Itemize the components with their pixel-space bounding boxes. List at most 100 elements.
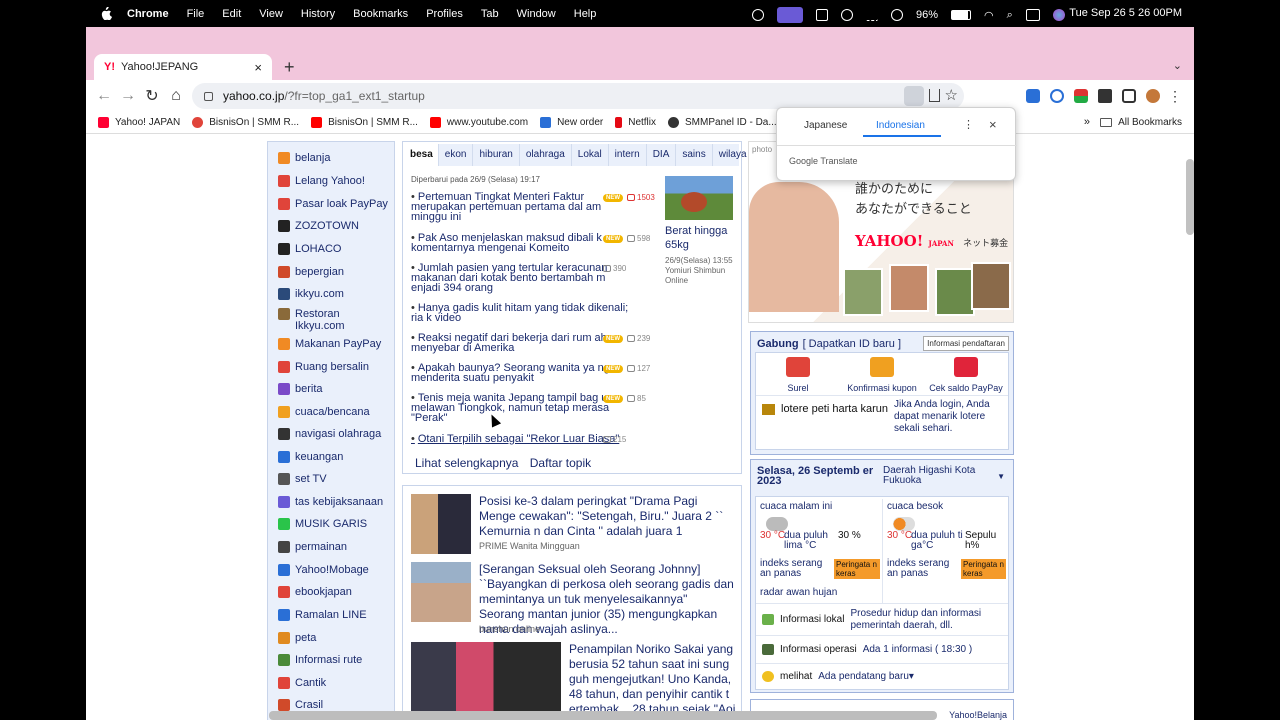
- sidebar-item[interactable]: navigasi olahraga: [278, 428, 388, 440]
- sidebar-item[interactable]: keuangan: [278, 451, 388, 463]
- sidebar-item[interactable]: permainan: [278, 541, 388, 553]
- wifi-icon[interactable]: ◠: [984, 9, 994, 22]
- sidebar-item[interactable]: set TV: [278, 473, 388, 485]
- menu-profiles[interactable]: Profiles: [426, 8, 463, 20]
- sidebar-item[interactable]: berita: [278, 383, 388, 395]
- tab-sports[interactable]: olahraga: [520, 144, 572, 166]
- activity-icon[interactable]: [866, 9, 878, 21]
- news-headline[interactable]: • Pertemuan Tingkat Menteri Faktur merupa…: [411, 192, 633, 223]
- sidebar-item[interactable]: ebookjapan: [278, 586, 388, 598]
- feed-item-title[interactable]: Penampilan Noriko Sakai yang berusia 52 …: [569, 642, 739, 717]
- coupon-link[interactable]: Konfirmasi kupon: [840, 357, 924, 393]
- weather-location[interactable]: Daerah Higashi Kota Fukuoka: [883, 466, 993, 486]
- share-icon[interactable]: [929, 89, 940, 102]
- source-language-tab[interactable]: Japanese: [804, 120, 847, 131]
- menu-tab[interactable]: Tab: [481, 8, 499, 20]
- home-button[interactable]: ⌂: [164, 87, 188, 105]
- apple-icon[interactable]: [100, 7, 112, 20]
- sidebar-item[interactable]: MUSIK GARIS: [278, 518, 388, 530]
- new-tab-button[interactable]: +: [284, 57, 295, 78]
- menu-view[interactable]: View: [259, 8, 283, 20]
- bookmark-item[interactable]: Yahoo! JAPAN: [98, 117, 180, 128]
- news-headline[interactable]: • Reaksi negatif dari bekerja dari rum ah…: [411, 333, 633, 354]
- menu-history[interactable]: History: [301, 8, 335, 20]
- sidebar-item[interactable]: Restoran Ikkyu.com: [278, 308, 388, 332]
- sidebar-item[interactable]: Pasar loak PayPay: [278, 198, 388, 210]
- topic-list-link[interactable]: Daftar topik: [530, 456, 591, 470]
- rain-radar-link[interactable]: radar awan hujan: [760, 587, 837, 598]
- sidebar-item[interactable]: LOHACO: [278, 243, 388, 255]
- extension-flag-icon[interactable]: [1074, 89, 1088, 103]
- menu-window[interactable]: Window: [517, 8, 556, 20]
- sidebar-item[interactable]: Cantik: [278, 677, 388, 689]
- screen-mirror-icon[interactable]: [777, 7, 803, 23]
- sidebar-item[interactable]: Yahoo!Mobage: [278, 564, 388, 576]
- close-tab-icon[interactable]: ×: [254, 60, 262, 75]
- sidebar-item[interactable]: Makanan PayPay: [278, 338, 388, 350]
- news-headline[interactable]: • Apakah baunya? Seorang wanita ya ng men…: [411, 363, 633, 384]
- feed-item-title[interactable]: Posisi ke-3 dalam peringkat "Drama Pagi …: [479, 494, 735, 539]
- bookmark-item[interactable]: SMMPanel ID - Da...: [668, 117, 777, 128]
- site-info-icon[interactable]: [204, 91, 213, 101]
- sidebar-item[interactable]: Ramalan LINE: [278, 609, 388, 621]
- menu-edit[interactable]: Edit: [222, 8, 241, 20]
- bookmark-item[interactable]: www.youtube.com: [429, 117, 528, 128]
- bookmark-item[interactable]: BisnisOn | SMM R...: [311, 117, 418, 128]
- clock[interactable]: Tue Sep 26 5 26 00PM: [1069, 7, 1182, 19]
- control-center-icon[interactable]: [1025, 9, 1040, 21]
- side-panel-icon[interactable]: [1122, 89, 1136, 103]
- see-row[interactable]: melihat Ada pendatang baru▾: [756, 663, 1008, 689]
- horizontal-scrollbar[interactable]: [269, 711, 937, 720]
- feed-thumbnail[interactable]: [411, 494, 471, 554]
- news-headline[interactable]: • Pak Aso menjelaskan maksud dibali k kom…: [411, 233, 633, 254]
- login-link[interactable]: Gabung: [757, 338, 799, 350]
- news-headline[interactable]: • Jumlah pasien yang tertular keracunan m…: [411, 263, 633, 294]
- vpn-icon[interactable]: [891, 9, 903, 21]
- bookmark-item[interactable]: New order: [540, 117, 603, 128]
- mail-link[interactable]: Surel: [756, 357, 840, 393]
- tab-search-chevron-icon[interactable]: ⌄: [1173, 59, 1182, 72]
- tab-it[interactable]: DIA: [647, 144, 677, 166]
- feed-thumbnail[interactable]: [411, 562, 471, 622]
- sidebar-item[interactable]: Informasi rute: [278, 654, 388, 666]
- battery-icon[interactable]: [951, 10, 972, 20]
- operation-info-row[interactable]: Informasi operasi Ada 1 informasi ( 18:3…: [756, 635, 1008, 663]
- sidebar-item[interactable]: ikkyu.com: [278, 288, 388, 300]
- translate-icon[interactable]: [904, 86, 924, 106]
- bookmark-item[interactable]: BisnisOn | SMM R...: [192, 117, 299, 128]
- see-more-link[interactable]: Lihat selengkapnya: [415, 456, 518, 470]
- vertical-scrollbar[interactable]: [1186, 159, 1194, 235]
- all-bookmarks-button[interactable]: All Bookmarks: [1100, 117, 1182, 128]
- reload-button[interactable]: ↻: [140, 86, 164, 106]
- get-new-id-link[interactable]: [ Dapatkan ID baru ]: [803, 338, 901, 350]
- tab-news-main[interactable]: besa: [405, 144, 439, 166]
- translate-options-icon[interactable]: ⋮: [963, 118, 974, 131]
- menu-file[interactable]: File: [187, 8, 205, 20]
- forward-button[interactable]: →: [116, 87, 140, 105]
- extension-ring-icon[interactable]: [1050, 89, 1064, 103]
- sidebar-item[interactable]: belanja: [278, 152, 388, 164]
- yahoo-shopping-link[interactable]: Yahoo!Belanja: [949, 710, 1007, 720]
- news-headline[interactable]: • Tenis meja wanita Jepang tampil bag us …: [411, 393, 633, 424]
- sidebar-item[interactable]: Crasil: [278, 699, 388, 711]
- extensions-puzzle-icon[interactable]: [1098, 89, 1112, 103]
- bookmark-item[interactable]: Netflix: [615, 117, 656, 128]
- weather-tomorrow[interactable]: cuaca besok 30 °C dua puluh ti ga°C Sepu…: [882, 499, 1006, 603]
- siri-icon[interactable]: [1052, 9, 1065, 21]
- news-headline[interactable]: • Otani Terpilih sebagai "Rekor Luar Bias…: [411, 434, 633, 445]
- topic-image[interactable]: [665, 176, 733, 220]
- target-language-tab[interactable]: Indonesian: [876, 120, 925, 131]
- tab-science[interactable]: sains: [676, 144, 713, 166]
- sidebar-item[interactable]: Ruang bersalin: [278, 361, 388, 373]
- paypay-balance-link[interactable]: Cek saldo PayPay: [924, 357, 1008, 393]
- chrome-menu-icon[interactable]: ⋮: [1168, 88, 1182, 105]
- location-dropdown-icon[interactable]: ▼: [997, 472, 1005, 481]
- feed-thumbnail[interactable]: [411, 642, 561, 720]
- tab-yahoo-japan[interactable]: Y! Yahoo!JEPANG ×: [94, 54, 272, 80]
- topic-caption[interactable]: Berat hingga 65kg: [665, 224, 737, 252]
- extension-translate-icon[interactable]: [1026, 89, 1040, 103]
- close-icon[interactable]: ×: [989, 117, 997, 132]
- news-headline[interactable]: • Hanya gadis kulit hitam yang tidak dike…: [411, 303, 633, 324]
- play-icon[interactable]: [841, 9, 853, 21]
- tab-entertainment[interactable]: hiburan: [473, 144, 520, 166]
